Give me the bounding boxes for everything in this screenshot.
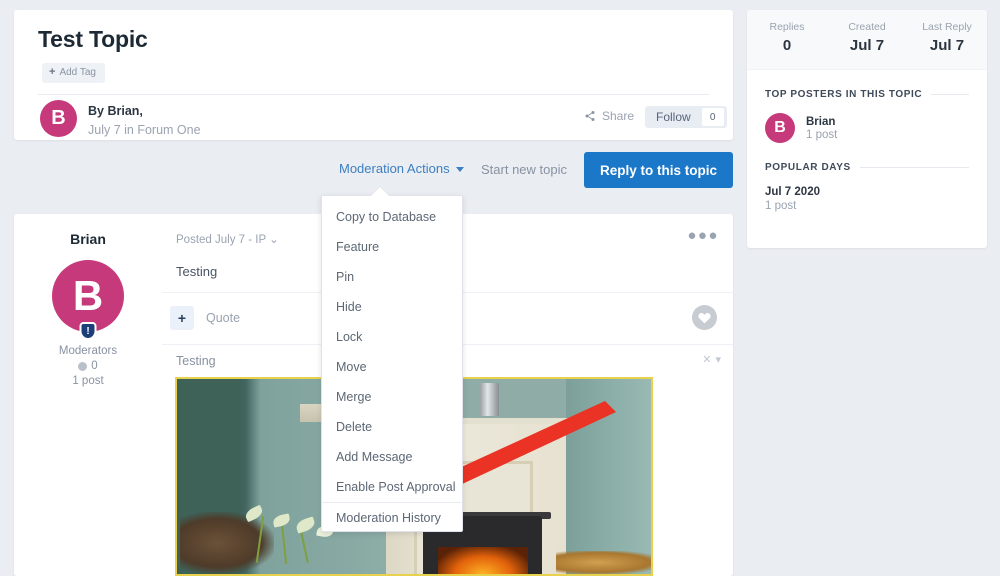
heading-rule: [859, 167, 969, 168]
list-item[interactable]: B Brian 1 post: [765, 113, 969, 143]
share-label: Share: [602, 109, 635, 123]
quote-row: + Quote: [170, 306, 240, 330]
dropdown-item-moderation-history[interactable]: Moderation History: [322, 502, 462, 532]
post-more-options-button[interactable]: ●●●: [687, 228, 719, 243]
dropdown-item-add-message[interactable]: Add Message: [322, 442, 462, 472]
react-heart-button[interactable]: [692, 305, 717, 330]
byline-author[interactable]: By Brian,: [88, 102, 201, 121]
post-author-column: Brian B ! Moderators 0 1 post: [14, 214, 162, 576]
follow-button[interactable]: Follow 0: [645, 106, 727, 128]
chevron-down-icon: [455, 167, 464, 172]
stat-label: Created: [848, 21, 886, 33]
image-tools[interactable]: ✕ ▾: [702, 353, 721, 366]
dropdown-item-hide[interactable]: Hide: [322, 292, 462, 322]
avatar[interactable]: B !: [52, 260, 124, 340]
top-posters-list: B Brian 1 post: [765, 113, 969, 143]
post-snippet: Testing: [176, 264, 218, 279]
share-button[interactable]: Share: [584, 109, 634, 123]
image-region-wall-right: [565, 379, 651, 574]
stat-last-reply: Last Reply Jul 7: [907, 10, 987, 69]
chevron-down-icon[interactable]: ▾: [715, 353, 721, 366]
remove-image-icon[interactable]: ✕: [702, 353, 711, 366]
topic-sidebar: Replies 0 Created Jul 7 Last Reply Jul 7 TOP …: [747, 10, 987, 248]
post-author-group: Moderators: [58, 345, 118, 357]
popular-day-date[interactable]: Jul 7 2020: [765, 186, 969, 198]
popular-days-heading: POPULAR DAYS: [765, 162, 969, 173]
image-region-flower: [271, 513, 291, 528]
dropdown-item-merge[interactable]: Merge: [322, 382, 462, 412]
sidebar-sections: TOP POSTERS IN THIS TOPIC B Brian 1 post P…: [747, 89, 987, 212]
multiquote-button[interactable]: +: [170, 306, 194, 330]
post-author-reputation: 0: [14, 360, 162, 372]
dropdown-item-copy-to-database[interactable]: Copy to Database: [322, 202, 462, 232]
avatar[interactable]: B: [40, 100, 77, 137]
topic-stats: Replies 0 Created Jul 7 Last Reply Jul 7: [747, 10, 987, 70]
post-timestamp-label: Posted July 7 - IP: [176, 234, 266, 246]
post-author-name[interactable]: Brian: [14, 231, 162, 247]
page-title: Test Topic: [38, 26, 148, 52]
post-author-post-count: 1 post: [72, 375, 104, 387]
moderation-actions-button[interactable]: Moderation Actions: [339, 161, 464, 176]
topic-action-bar: Moderation Actions Start new topic Reply…: [14, 152, 733, 188]
plus-icon: +: [49, 66, 56, 78]
byline-meta: July 7 in Forum One: [88, 123, 201, 138]
avatar-initial: B: [72, 272, 104, 319]
image-region-log: [556, 550, 651, 574]
dropdown-item-list: Copy to Database Feature Pin Hide Lock Move Me…: [322, 196, 462, 532]
post-body-text: Testing: [176, 354, 216, 368]
post-timestamp[interactable]: Posted July 7 - IP ⌄: [176, 232, 279, 246]
reputation-dot-icon: [78, 361, 88, 371]
topic-header-card: Test Topic + Add Tag B By Brian, July 7 …: [14, 10, 733, 140]
stat-label: Replies: [769, 21, 805, 33]
poster-post-count: 1 post: [806, 128, 838, 141]
popular-days-list: Jul 7 2020 1 post: [765, 186, 969, 212]
stat-value: Jul 7: [849, 37, 885, 54]
stat-replies: Replies 0: [747, 10, 827, 69]
stat-value: 0: [782, 37, 792, 54]
dropdown-item-lock[interactable]: Lock: [322, 322, 462, 352]
stat-value: Jul 7: [929, 37, 965, 54]
add-tag-button[interactable]: + Add Tag: [42, 63, 105, 83]
reputation-value: 0: [91, 360, 98, 372]
divider: [38, 94, 709, 95]
dropdown-item-pin[interactable]: Pin: [322, 262, 462, 292]
start-new-topic-button[interactable]: Start new topic: [481, 162, 567, 177]
dropdown-item-feature[interactable]: Feature: [322, 232, 462, 262]
follow-count: 0: [701, 108, 724, 126]
moderator-shield-icon: !: [79, 322, 97, 340]
image-region-kettle: [480, 382, 500, 417]
follow-label: Follow: [656, 110, 691, 124]
forum-topic-page: Test Topic + Add Tag B By Brian, July 7 …: [0, 0, 1000, 576]
popular-day-post-count: 1 post: [765, 200, 797, 212]
heart-icon: [698, 312, 711, 323]
share-icon: [585, 111, 595, 121]
stat-created: Created Jul 7: [827, 10, 907, 69]
image-region-flower: [295, 516, 317, 535]
poster-name[interactable]: Brian: [806, 116, 837, 128]
avatar[interactable]: B: [765, 113, 795, 143]
dropdown-caret-icon: [371, 187, 389, 196]
dropdown-item-move[interactable]: Move: [322, 352, 462, 382]
dropdown-item-enable-post-approval[interactable]: Enable Post Approval: [322, 472, 462, 502]
quote-button[interactable]: Quote: [206, 311, 240, 325]
byline: By Brian, July 7 in Forum One: [88, 102, 201, 141]
dropdown-item-delete[interactable]: Delete: [322, 412, 462, 442]
image-region-fire: [437, 546, 528, 574]
add-tag-label: Add Tag: [59, 66, 96, 78]
top-posters-heading-label: TOP POSTERS IN THIS TOPIC: [765, 89, 923, 100]
image-region-stem: [280, 522, 287, 564]
moderation-actions-dropdown: Copy to Database Feature Pin Hide Lock Move Me…: [321, 187, 463, 532]
top-posters-heading: TOP POSTERS IN THIS TOPIC: [765, 89, 969, 100]
moderation-actions-label: Moderation Actions: [339, 161, 450, 176]
reply-to-topic-button[interactable]: Reply to this topic: [584, 152, 733, 188]
popular-days-heading-label: POPULAR DAYS: [765, 162, 851, 173]
chevron-down-icon: ⌄: [269, 234, 279, 246]
stat-label: Last Reply: [922, 21, 972, 33]
heading-rule: [931, 94, 969, 95]
